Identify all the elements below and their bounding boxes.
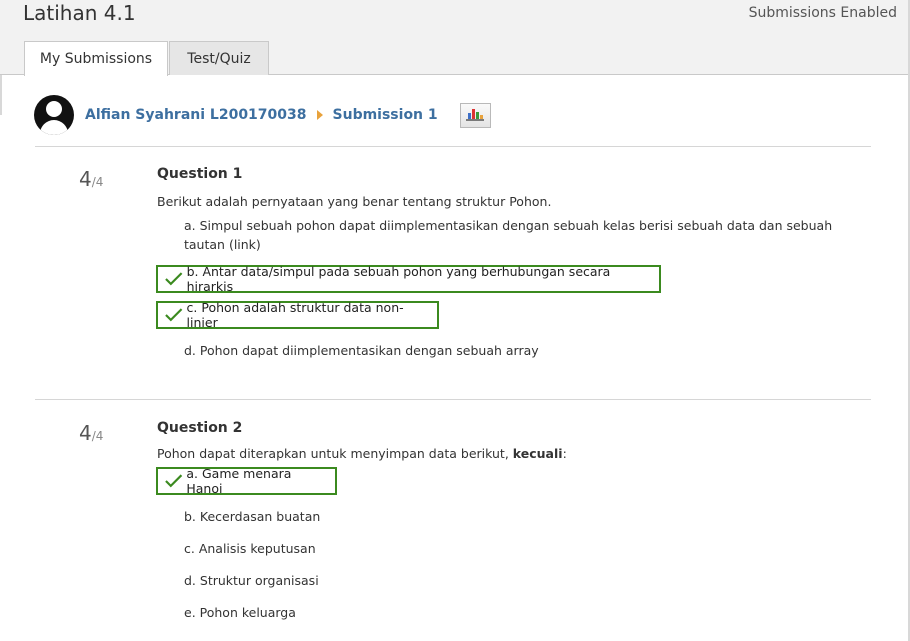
answer-option: c. Analisis keputusan xyxy=(184,541,316,556)
question-score: 4/4 xyxy=(79,421,104,445)
submissions-status: Submissions Enabled xyxy=(748,5,897,21)
left-edge xyxy=(0,75,2,115)
bar-chart-button[interactable] xyxy=(459,102,491,128)
answer-option-correct: b. Antar data/simpul pada sebuah pohon y… xyxy=(156,264,661,294)
bar-chart-icon xyxy=(466,108,485,121)
tab-label: My Submissions xyxy=(39,51,153,67)
tab-label: Test/Quiz xyxy=(187,50,251,67)
tab-my-submissions[interactable]: My Submissions xyxy=(24,41,168,76)
divider xyxy=(35,146,871,147)
question-score: 4/4 xyxy=(79,167,104,191)
question-title: Question 2 xyxy=(157,420,243,436)
question-text: Pohon dapat diterapkan untuk menyimpan d… xyxy=(157,446,567,461)
user-link[interactable]: Alfian Syahrani L200170038 xyxy=(85,107,307,123)
answer-option: b. Kecerdasan buatan xyxy=(184,509,321,524)
page-title: Latihan 4.1 xyxy=(23,1,136,25)
submission-breadcrumb: Alfian Syahrani L200170038 Submission 1 xyxy=(34,95,491,135)
check-icon xyxy=(165,308,183,322)
answer-text: c. Pohon adalah struktur data non-linier xyxy=(186,300,404,330)
tab-test-quiz[interactable]: Test/Quiz xyxy=(169,41,269,75)
question-title: Question 1 xyxy=(157,166,243,182)
header-bar: Latihan 4.1 Submissions Enabled My Submi… xyxy=(0,0,910,76)
breadcrumb-arrow-icon xyxy=(316,110,323,120)
answer-option: d. Struktur organisasi xyxy=(184,573,319,588)
answer-option-correct: a. Game menara Hanoi xyxy=(156,466,337,496)
check-icon xyxy=(165,272,183,286)
answer-option-correct: c. Pohon adalah struktur data non-linier xyxy=(156,300,439,330)
answer-text: b. Antar data/simpul pada sebuah pohon y… xyxy=(186,264,611,294)
check-icon xyxy=(165,474,183,488)
answer-text: a. Game menara Hanoi xyxy=(186,466,292,496)
divider xyxy=(35,399,871,400)
avatar-icon xyxy=(34,95,74,135)
submission-link[interactable]: Submission 1 xyxy=(333,107,438,123)
answer-option: a. Simpul sebuah pohon dapat diimplement… xyxy=(184,218,833,252)
answer-option: d. Pohon dapat diimplementasikan dengan … xyxy=(184,343,539,358)
answer-option: e. Pohon keluarga xyxy=(184,605,296,620)
question-text: Berikut adalah pernyataan yang benar ten… xyxy=(157,194,552,209)
